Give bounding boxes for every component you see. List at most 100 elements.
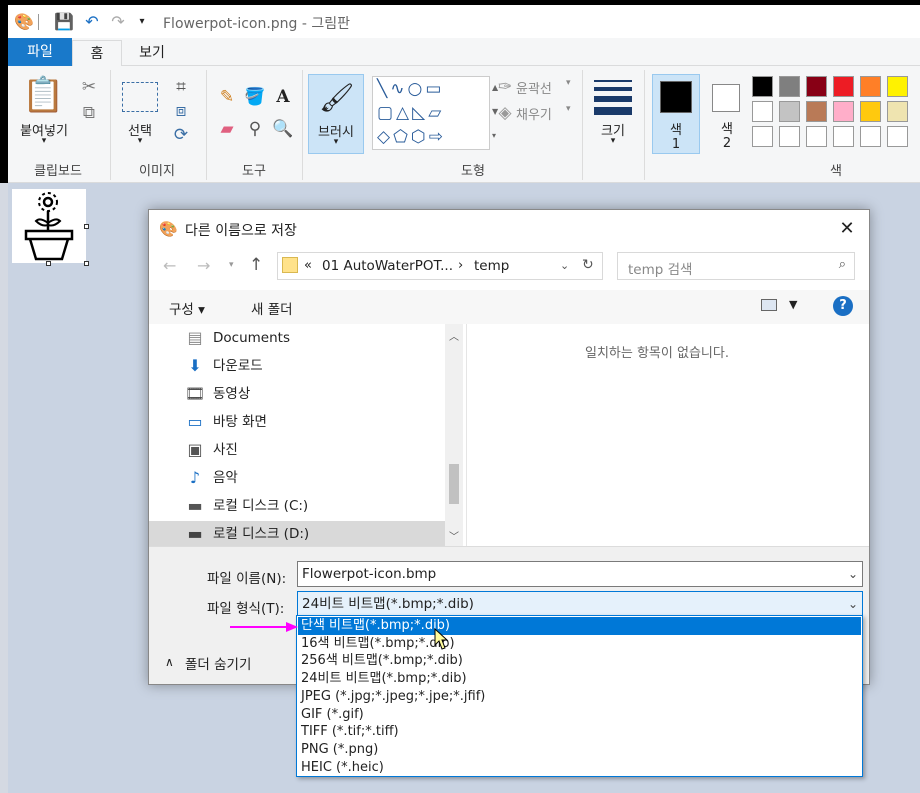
chevron-down-icon[interactable]: ▾ (566, 78, 571, 88)
chevron-down-icon[interactable]: ⌄ (848, 562, 858, 586)
filetype-option[interactable]: 16색 비트맵(*.bmp;*.dib) (298, 635, 861, 653)
organize-button[interactable]: 구성 ▾ (169, 298, 205, 318)
redo-icon[interactable]: ↷ (108, 12, 128, 32)
color-swatch[interactable] (860, 101, 881, 122)
shape-row[interactable]: ▢△◺▱ (377, 101, 489, 125)
chevron-down-icon[interactable]: ▾ (114, 136, 166, 146)
forward-icon[interactable]: → (197, 256, 210, 275)
color-swatch[interactable] (752, 101, 773, 122)
filetype-option[interactable]: PNG (*.png) (298, 741, 861, 759)
color-swatch[interactable] (779, 76, 800, 97)
filetype-select[interactable]: 24비트 비트맵(*.bmp;*.dib) ⌄ (297, 591, 863, 617)
filetype-option[interactable]: 256색 비트맵(*.bmp;*.dib) (298, 652, 861, 670)
customize-toolbar-icon[interactable]: ▾ (132, 12, 152, 32)
color-swatch[interactable] (887, 126, 908, 147)
chevron-up-icon[interactable]: ︿ (449, 328, 459, 343)
filename-field[interactable]: Flowerpot-icon.bmp ⌄ (297, 561, 863, 587)
tab-home[interactable]: 홈 (72, 40, 122, 68)
filetype-option[interactable]: JPEG (*.jpg;*.jpeg;*.jpe;*.jfif) (298, 688, 861, 706)
color-swatch[interactable] (779, 101, 800, 122)
filetype-dropdown-list[interactable]: 단색 비트맵(*.bmp;*.dib) 16색 비트맵(*.bmp;*.dib) 2… (296, 615, 863, 777)
color-swatch[interactable] (833, 126, 854, 147)
chevron-down-icon[interactable]: ▼ (789, 298, 797, 311)
paste-icon[interactable]: 📋 (22, 74, 64, 116)
close-icon[interactable]: ✕ (833, 216, 861, 242)
color-swatch[interactable] (833, 101, 854, 122)
chevron-up-icon[interactable]: ∧ (165, 655, 174, 669)
chevron-down-icon[interactable]: ▾ (566, 104, 571, 114)
filetype-option[interactable]: HEIC (*.heic) (298, 759, 861, 777)
fill-button[interactable]: 채우기 (516, 104, 552, 123)
sidebar-item-videos[interactable]: 🎞 동영상 (185, 381, 443, 407)
filetype-option[interactable]: TIFF (*.tif;*.tiff) (298, 723, 861, 741)
outline-button[interactable]: 윤곽선 (516, 78, 552, 97)
shape-row[interactable]: ◇⬠⬡⇨ (377, 125, 489, 149)
color-swatch[interactable] (860, 126, 881, 147)
scrollbar[interactable]: ︿ ﹀ (445, 324, 463, 546)
address-bar[interactable]: « 01 AutoWaterPOT... › temp ⌄ ↻ (277, 252, 603, 280)
chevron-down-icon[interactable]: ﹀ (449, 528, 459, 543)
color-swatch[interactable] (833, 76, 854, 97)
resize-handle[interactable] (84, 261, 89, 266)
tab-view[interactable]: 보기 (124, 40, 180, 66)
breadcrumb-current[interactable]: temp (474, 258, 509, 274)
shape-row[interactable]: ╲∿○▭ (377, 77, 489, 101)
tab-file[interactable]: 파일 (8, 38, 72, 66)
fill-icon[interactable]: ◈ (494, 102, 516, 124)
text-icon[interactable]: A (272, 86, 294, 108)
new-folder-button[interactable]: 새 폴더 (251, 298, 293, 318)
resize-icon[interactable]: ⧈ (170, 100, 192, 122)
color-swatch[interactable] (887, 76, 908, 97)
magnifier-icon[interactable]: 🔍 (272, 118, 294, 140)
filetype-option[interactable]: GIF (*.gif) (298, 706, 861, 724)
fill-bucket-icon[interactable]: 🪣 (244, 86, 266, 108)
chevron-down-icon[interactable]: ▾ (16, 136, 72, 146)
drawing-canvas[interactable] (12, 189, 86, 263)
cut-icon[interactable]: ✂ (78, 76, 100, 98)
sidebar-item-downloads[interactable]: ⬇ 다운로드 (185, 353, 443, 379)
search-input[interactable]: temp 검색 (628, 258, 692, 278)
filetype-option[interactable]: 단색 비트맵(*.bmp;*.dib) (298, 617, 861, 635)
chevron-down-icon[interactable]: ⌄ (560, 259, 569, 272)
undo-icon[interactable]: ↶ (82, 12, 102, 32)
sidebar-item-music[interactable]: ♪ 음악 (185, 465, 443, 491)
brush-button[interactable]: 🖌 브러시 ▾ (308, 74, 364, 154)
sidebar-item-drive-c[interactable]: ▬ 로컬 디스크 (C:) (185, 493, 443, 519)
color-swatch[interactable] (860, 76, 881, 97)
view-icon[interactable] (761, 299, 777, 311)
color-swatch[interactable] (806, 126, 827, 147)
sidebar-item-documents[interactable]: ▤ Documents (185, 325, 443, 351)
resize-handle[interactable] (84, 224, 89, 229)
select-icon[interactable] (122, 82, 158, 112)
sidebar-item-desktop[interactable]: ▭ 바탕 화면 (185, 409, 443, 435)
hide-folders-button[interactable]: 폴더 숨기기 (185, 653, 251, 673)
breadcrumb-folder[interactable]: 01 AutoWaterPOT... (322, 258, 453, 274)
crop-icon[interactable]: ⌗ (170, 76, 192, 98)
color-swatch[interactable] (779, 126, 800, 147)
pencil-icon[interactable]: ✎ (216, 86, 238, 108)
search-box[interactable]: temp 검색 ⌕ (617, 252, 855, 280)
color-swatch[interactable] (806, 101, 827, 122)
chevron-down-icon[interactable]: ⌄ (848, 592, 858, 616)
color-swatch[interactable] (752, 76, 773, 97)
rotate-icon[interactable]: ⟳ (170, 124, 192, 146)
chevron-down-icon[interactable]: ▾ (229, 260, 234, 270)
up-icon[interactable]: ↑ (249, 255, 263, 275)
color1-button[interactable]: 색 1 (652, 74, 700, 154)
shapes-gallery[interactable]: ╲∿○▭ ▢△◺▱ ◇⬠⬡⇨ (372, 76, 490, 150)
color2-button[interactable]: 색 2 (704, 74, 750, 154)
refresh-icon[interactable]: ↻ (582, 257, 594, 273)
outline-icon[interactable]: ✑ (494, 76, 516, 98)
color-swatch[interactable] (887, 101, 908, 122)
sidebar-item-pictures[interactable]: ▣ 사진 (185, 437, 443, 463)
search-icon[interactable]: ⌕ (839, 257, 846, 272)
filetype-option[interactable]: 24비트 비트맵(*.bmp;*.dib) (298, 670, 861, 688)
eraser-icon[interactable]: ▰ (216, 118, 238, 140)
scrollbar-thumb[interactable] (449, 464, 459, 504)
color-swatch[interactable] (806, 76, 827, 97)
back-icon[interactable]: ← (163, 256, 176, 275)
resize-handle[interactable] (46, 261, 51, 266)
chevron-down-icon[interactable]: ▾ (588, 136, 638, 146)
color-picker-icon[interactable]: ⚲ (244, 118, 266, 140)
sidebar-item-drive-d[interactable]: ▬ 로컬 디스크 (D:) (149, 521, 445, 547)
